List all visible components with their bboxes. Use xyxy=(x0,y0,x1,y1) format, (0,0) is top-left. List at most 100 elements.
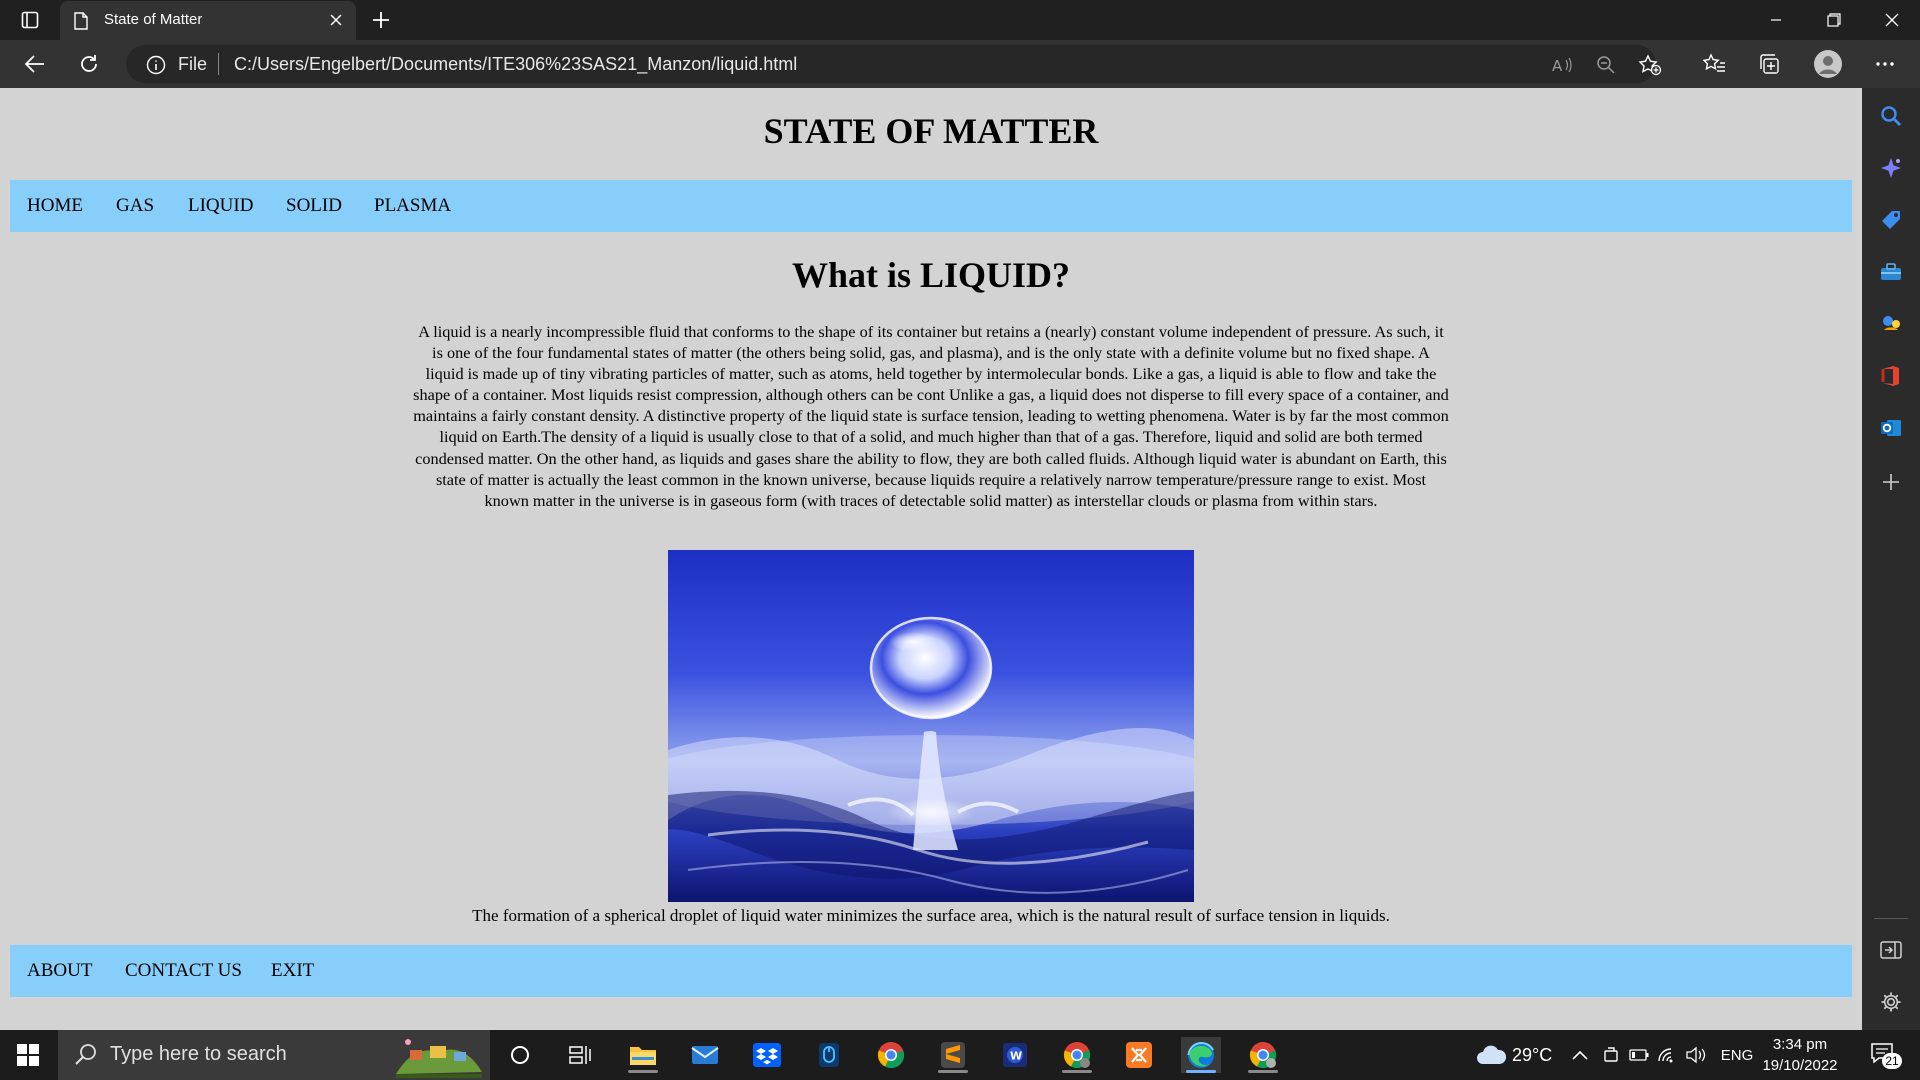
nav-liquid-link[interactable]: LIQUID xyxy=(188,195,253,217)
wifi-icon[interactable] xyxy=(1656,1044,1678,1066)
search-highlight-icon xyxy=(394,1034,484,1080)
file-explorer-button[interactable] xyxy=(623,1037,663,1073)
restore-button[interactable] xyxy=(1806,0,1862,40)
volume-icon[interactable] xyxy=(1684,1044,1708,1066)
close-tab-button[interactable] xyxy=(326,10,346,30)
taskbar-search-box[interactable]: Type here to search xyxy=(58,1030,490,1080)
language-indicator[interactable]: ENG xyxy=(1718,1044,1756,1066)
sidebar-divider xyxy=(1874,918,1908,919)
add-favorite-icon[interactable] xyxy=(1638,53,1662,77)
liquid-description: A liquid is a nearly incompressible flui… xyxy=(413,322,1449,510)
top-navigation-bar: HOME GAS LIQUID SOLID PLASMA xyxy=(10,180,1852,232)
games-icon xyxy=(1883,316,1900,330)
svg-text:A: A xyxy=(1552,57,1563,75)
nav-plasma-link[interactable]: PLASMA xyxy=(374,195,451,217)
sparkle-icon xyxy=(1881,158,1901,178)
browser-tab[interactable]: State of Matter xyxy=(60,1,356,40)
mail-button[interactable] xyxy=(685,1037,725,1073)
footer-contact-link[interactable]: CONTACT US xyxy=(125,960,242,982)
system-clock[interactable]: 3:34 pm 19/10/2022 xyxy=(1760,1034,1840,1076)
sublime-text-button[interactable] xyxy=(933,1037,973,1073)
running-indicator xyxy=(938,1070,968,1073)
sidebar-search-button[interactable] xyxy=(1877,102,1905,130)
cortana-button[interactable] xyxy=(500,1037,540,1073)
sidebar-outlook-button[interactable] xyxy=(1877,414,1905,442)
search-placeholder: Type here to search xyxy=(110,1043,287,1065)
show-hidden-icons-button[interactable] xyxy=(1570,1044,1590,1066)
running-indicator xyxy=(1062,1070,1092,1073)
address-bar[interactable]: File C:/Users/Engelbert/Documents/ITE306… xyxy=(126,45,1662,83)
edge-sidebar xyxy=(1862,88,1920,1030)
task-view-button[interactable] xyxy=(560,1037,600,1073)
outlook-icon xyxy=(1881,420,1901,436)
sidebar-games-button[interactable] xyxy=(1877,310,1905,338)
settings-more-button[interactable] xyxy=(1868,48,1902,80)
browser-title-bar: State of Matter xyxy=(0,0,1920,40)
footer-navigation-bar: ABOUT CONTACT US EXIT xyxy=(10,945,1852,997)
device-icon[interactable] xyxy=(1600,1044,1622,1066)
refresh-button[interactable] xyxy=(72,48,106,80)
footer-exit-link[interactable]: EXIT xyxy=(271,960,314,982)
task-view-icon xyxy=(569,1046,591,1064)
toolbox-icon xyxy=(1881,263,1901,280)
battery-icon[interactable] xyxy=(1628,1044,1650,1066)
notifications-button[interactable]: 21 xyxy=(1866,1040,1902,1070)
security-app-button[interactable] xyxy=(809,1037,849,1073)
new-tab-button[interactable] xyxy=(366,6,396,34)
file-scheme-label: File xyxy=(178,54,208,74)
notification-badge: 21 xyxy=(1882,1053,1902,1069)
chrome-icon xyxy=(1063,1042,1091,1069)
sidebar-add-button[interactable] xyxy=(1877,468,1905,496)
chrome-icon xyxy=(1249,1042,1277,1069)
web-page: STATE OF MATTER HOME GAS LIQUID SOLID PL… xyxy=(0,88,1862,1030)
weather-icon[interactable] xyxy=(1474,1044,1508,1066)
restore-icon xyxy=(1827,13,1841,27)
minimize-button[interactable] xyxy=(1748,0,1804,40)
clock-date: 19/10/2022 xyxy=(1762,1057,1838,1074)
read-aloud-icon[interactable]: A xyxy=(1550,53,1574,77)
chrome-profile-button[interactable] xyxy=(1057,1037,1097,1073)
plus-icon xyxy=(1883,474,1899,490)
collections-button[interactable] xyxy=(1752,48,1786,80)
close-icon xyxy=(330,14,342,26)
sidebar-settings-button[interactable] xyxy=(1877,988,1905,1016)
footer-about-link[interactable]: ABOUT xyxy=(27,960,92,982)
hide-sidebar-icon xyxy=(1880,941,1902,959)
zoom-out-icon[interactable] xyxy=(1594,53,1618,77)
url-text[interactable]: C:/Users/Engelbert/Documents/ITE306%23SA… xyxy=(234,54,797,75)
profile-button[interactable] xyxy=(1810,46,1846,82)
clock-time: 3:34 pm xyxy=(1772,1036,1828,1053)
start-button[interactable] xyxy=(8,1037,48,1073)
back-button[interactable] xyxy=(18,48,52,80)
nav-gas-link[interactable]: GAS xyxy=(116,195,154,217)
close-window-button[interactable] xyxy=(1864,0,1920,40)
minimize-icon xyxy=(1771,19,1781,21)
sidebar-office-button[interactable] xyxy=(1877,362,1905,390)
dropbox-button[interactable] xyxy=(747,1037,787,1073)
gear-icon xyxy=(1881,992,1901,1012)
water-droplet-image xyxy=(668,550,1194,902)
nav-solid-link[interactable]: SOLID xyxy=(286,195,342,217)
sidebar-tools-button[interactable] xyxy=(1877,258,1905,286)
page-icon xyxy=(74,12,88,34)
mail-icon xyxy=(691,1046,719,1064)
edge-button[interactable] xyxy=(1181,1037,1221,1073)
tab-actions-button[interactable] xyxy=(12,8,48,32)
info-icon[interactable] xyxy=(146,55,166,80)
weather-temperature[interactable]: 29°C xyxy=(1512,1044,1556,1066)
favorites-button[interactable] xyxy=(1698,48,1732,80)
more-horizontal-icon xyxy=(1876,62,1894,66)
sidebar-discover-button[interactable] xyxy=(1877,154,1905,182)
xampp-button[interactable] xyxy=(1119,1037,1159,1073)
nav-home-link[interactable]: HOME xyxy=(27,195,83,217)
search-icon xyxy=(1881,106,1901,126)
chevron-up-icon xyxy=(1572,1050,1588,1060)
chrome-second-profile-button[interactable] xyxy=(1243,1037,1283,1073)
sidebar-hide-button[interactable] xyxy=(1877,936,1905,964)
word-button[interactable]: W xyxy=(995,1037,1035,1073)
folder-icon xyxy=(630,1047,656,1065)
sidebar-shopping-button[interactable] xyxy=(1877,206,1905,234)
svg-text:W: W xyxy=(1010,1050,1022,1063)
address-separator xyxy=(218,53,219,75)
chrome-button[interactable] xyxy=(871,1037,911,1073)
